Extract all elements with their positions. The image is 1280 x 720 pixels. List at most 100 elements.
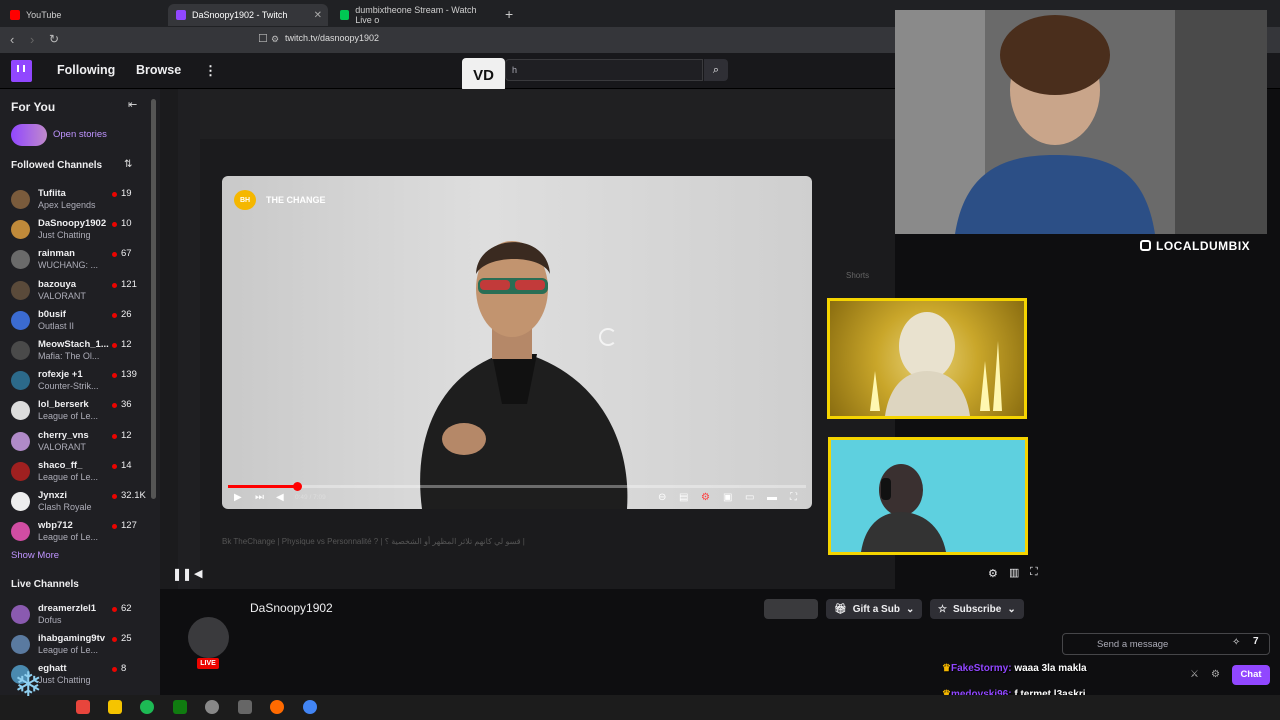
sidebar-channel-followed[interactable]: wbp712 League of Le... 127	[0, 517, 150, 547]
sidebar-channel-followed[interactable]: bazouya VALORANT 121	[0, 276, 150, 306]
theatre-mode-icon[interactable]: ▥	[1009, 566, 1019, 579]
7tv-icon[interactable]: 7	[1253, 636, 1259, 647]
chrome-taskbar-icon[interactable]	[303, 700, 317, 714]
reload-icon[interactable]: ↻	[49, 32, 59, 46]
short-thumbnail-gamer	[828, 437, 1028, 555]
app-taskbar-icon[interactable]	[205, 700, 219, 714]
captured-youtube-video: BH THE CHANGE ▶ ⏭ ◀ 0:49 / 7:09 ⊖ ▤ ⚙ ▣ …	[222, 176, 812, 509]
channel-name: DaSnoopy1902	[38, 218, 107, 230]
sidebar-channel-followed[interactable]: DaSnoopy1902 Just Chatting 10	[0, 215, 150, 245]
pip-icon[interactable]: ▭	[745, 492, 754, 503]
viewer-count: 19	[121, 188, 132, 199]
channel-name: rofexje +1	[38, 369, 83, 381]
browser-tab-youtube[interactable]: YouTube	[2, 4, 167, 26]
channel-name: shaco_ff_	[38, 459, 83, 471]
browser-tab-dumbix[interactable]: dumbixtheone Stream - Watch Live o	[332, 4, 492, 26]
sidebar-channel-followed[interactable]: Tufiita Apex Legends 19	[0, 185, 150, 215]
url-field[interactable]: twitch.tv/dasnoopy1902	[285, 33, 379, 43]
search-input[interactable]: h	[505, 59, 703, 81]
forward-arrow-icon[interactable]: ›	[30, 32, 34, 47]
sidebar-channel-followed[interactable]: lol_berserk League of Le... 36	[0, 396, 150, 426]
sidebar-channel-followed[interactable]: shaco_ff_ League of Le... 14	[0, 457, 150, 487]
twitch-logo-icon[interactable]	[11, 60, 32, 82]
folder-taskbar-icon[interactable]	[108, 700, 122, 714]
sidebar-channel-followed[interactable]: MeowStach_1... Mafia: The Ol... 12	[0, 336, 150, 366]
chat-send-button[interactable]: Chat	[1232, 665, 1270, 685]
settings-icon[interactable]: ⚙	[701, 492, 710, 503]
discord-taskbar-icon[interactable]	[238, 700, 252, 714]
collapse-sidebar-icon[interactable]: ⇤	[128, 98, 137, 111]
viewer-count: 25	[121, 633, 132, 644]
live-channels-heading: Live Channels	[11, 579, 79, 590]
emote-picker-icon[interactable]: ✧	[1232, 637, 1240, 648]
streamer-avatar[interactable]	[188, 617, 229, 658]
channel-avatar	[11, 190, 30, 209]
person-in-video	[420, 241, 628, 509]
stream-volume-icon[interactable]: ◀	[194, 567, 202, 580]
sidebar-channel-followed[interactable]: Jynxzi Clash Royale 32.1K	[0, 487, 150, 517]
sidebar-channel-followed[interactable]: cherry_vns VALORANT 12	[0, 427, 150, 457]
chat-settings-icon[interactable]: ⚙	[1211, 669, 1220, 680]
stories-avatars[interactable]	[11, 124, 47, 146]
more-menu-icon[interactable]: ⋮	[204, 63, 217, 79]
miniplayer-icon[interactable]: ▣	[723, 492, 732, 503]
subscribe-button[interactable]: ☆ Subscribe ⌄	[930, 599, 1024, 619]
chat-username[interactable]: FakeStormy:	[951, 663, 1012, 674]
new-tab-button[interactable]: +	[497, 3, 513, 25]
sidebar-channel-live[interactable]: dreamerzlel1 Dofus 62	[0, 600, 150, 630]
viewer-count: 32.1K	[121, 490, 146, 501]
player-settings-icon[interactable]: ⚙	[988, 567, 998, 580]
subtitles-icon[interactable]: ▤	[679, 492, 688, 503]
browse-link[interactable]: Browse	[136, 63, 181, 77]
youtube-icon	[10, 10, 20, 20]
channel-name: MeowStach_1...	[38, 339, 109, 350]
channel-avatar	[11, 220, 30, 240]
channel-game: Apex Legends	[38, 200, 96, 210]
volume-icon[interactable]: ◀	[276, 492, 284, 503]
xbox-taskbar-icon[interactable]	[173, 700, 187, 714]
captured-sidebar	[178, 89, 200, 589]
open-stories-link[interactable]: Open stories	[53, 129, 107, 140]
points-icon[interactable]: ⚔	[1190, 669, 1199, 680]
follow-button[interactable]	[764, 599, 818, 619]
play-icon[interactable]: ▶	[234, 492, 242, 503]
sidebar-scrollbar[interactable]	[151, 99, 156, 499]
bookmark-icon[interactable]: ☐	[258, 32, 268, 45]
channel-game: Dofus	[38, 615, 62, 625]
channel-game: WUCHANG: ...	[38, 260, 98, 271]
show-more-link[interactable]: Show More	[11, 550, 59, 561]
following-link[interactable]: Following	[57, 63, 115, 77]
channel-name: ihabgaming9tv	[38, 633, 106, 644]
viewer-count: 121	[121, 278, 137, 290]
sidebar-channel-followed[interactable]: rainman WUCHANG: ... 67	[0, 245, 150, 275]
obs-taskbar-icon[interactable]	[270, 700, 284, 714]
sort-icon[interactable]: ⇅	[124, 159, 132, 170]
sidebar-channel-followed[interactable]: rofexje +1 Counter-Strik... 139	[0, 366, 150, 396]
stream-player[interactable]: BH THE CHANGE ▶ ⏭ ◀ 0:49 / 7:09 ⊖ ▤ ⚙ ▣ …	[160, 89, 895, 589]
video-progress-knob[interactable]	[293, 482, 303, 491]
video-channel-name: THE CHANGE	[266, 195, 326, 205]
next-icon[interactable]: ⏭	[255, 492, 264, 503]
autoplay-toggle[interactable]: ⊖	[658, 492, 666, 503]
site-info-icon[interactable]: ⚙	[271, 34, 279, 45]
player-fullscreen-icon[interactable]: ⛶	[1030, 566, 1038, 579]
search-button[interactable]: ⌕	[704, 59, 728, 81]
sidebar-channel-followed[interactable]: b0usif Outlast II 26	[0, 306, 150, 336]
pause-icon[interactable]: ❚❚	[172, 567, 192, 581]
back-arrow-icon[interactable]: ‹	[10, 32, 14, 47]
channel-name: bazouya	[38, 278, 77, 290]
theater-icon[interactable]: ▬	[767, 492, 777, 503]
spotify-taskbar-icon[interactable]	[140, 700, 154, 714]
browser-taskbar-icon[interactable]	[76, 700, 90, 714]
live-dot-icon	[112, 343, 117, 348]
sidebar-channel-live[interactable]: ihabgaming9tv League of Le... 25	[0, 630, 150, 660]
close-tab-icon[interactable]: ✕	[314, 10, 322, 21]
video-progress-bar[interactable]	[228, 482, 806, 491]
fullscreen-icon[interactable]: ⛶	[790, 492, 797, 503]
channel-name: Tufiita	[38, 188, 66, 199]
instagram-handle-text: LOCALDUMBIX	[1156, 239, 1251, 253]
channel-name: lol_berserk	[38, 399, 89, 411]
streamer-name[interactable]: DaSnoopy1902	[250, 601, 333, 615]
browser-tab-twitch[interactable]: DaSnoopy1902 - Twitch ✕	[168, 4, 328, 26]
gift-sub-button[interactable]: 🎁︎ Gift a Sub ⌄	[826, 599, 923, 619]
